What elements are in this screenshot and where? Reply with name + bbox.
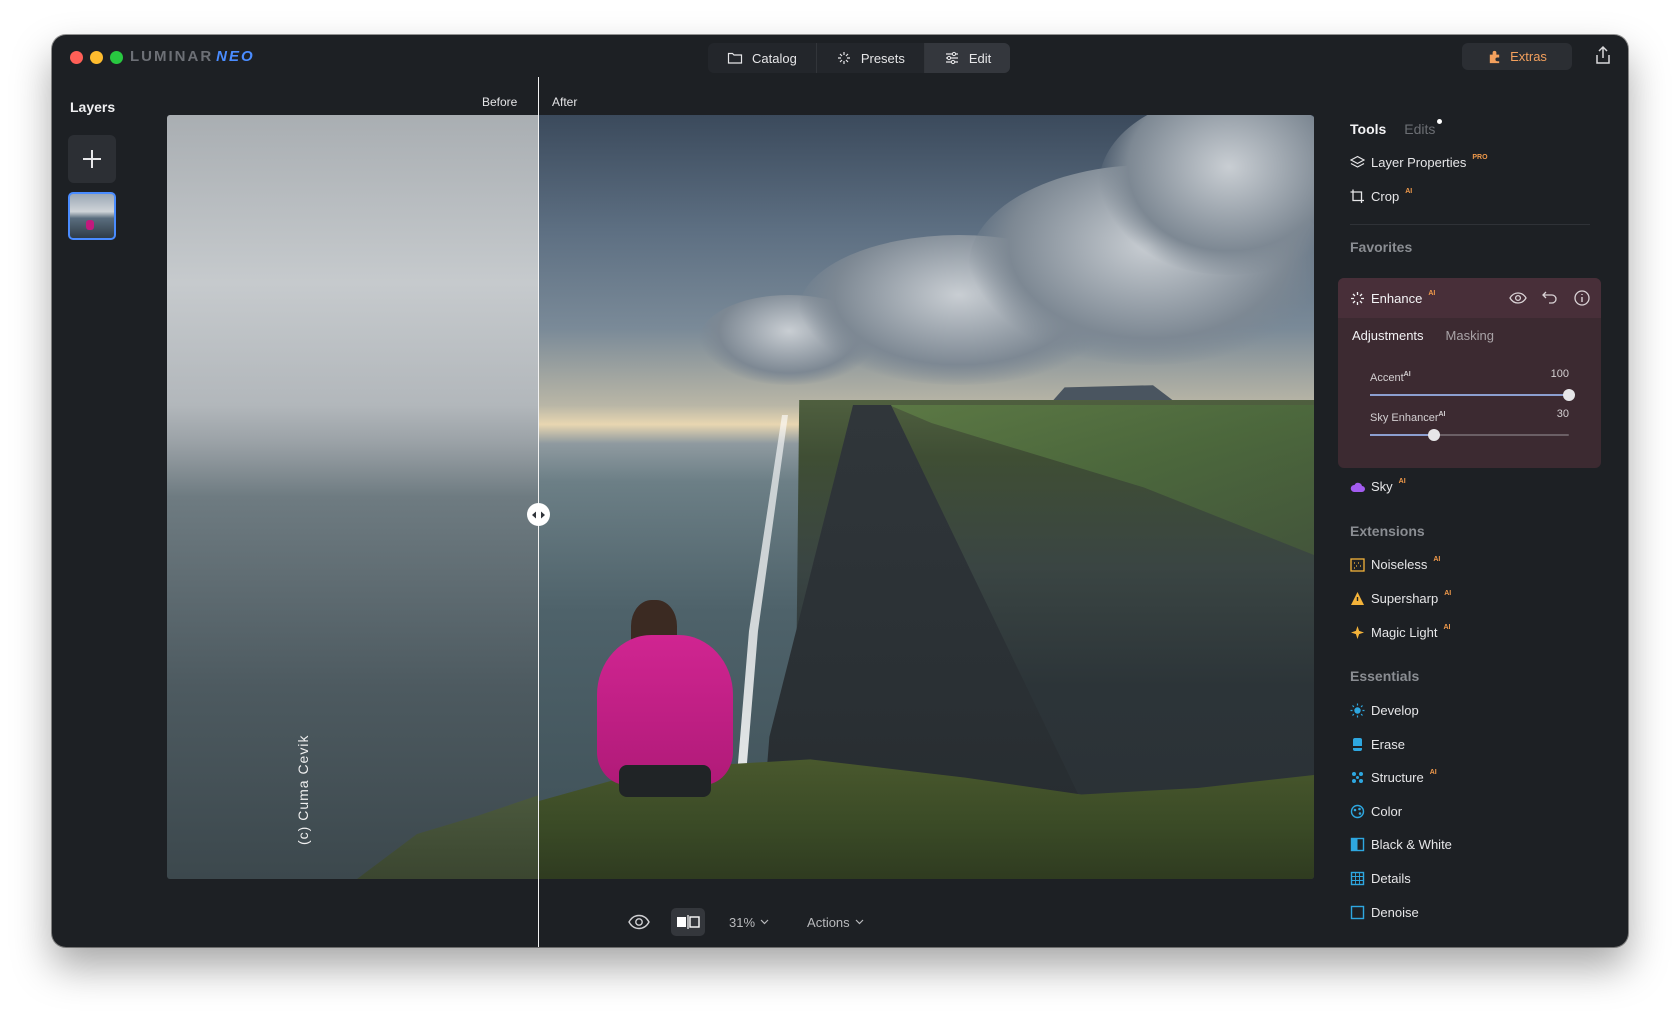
- minimize-window-button[interactable]: [90, 51, 103, 64]
- photo-canvas[interactable]: (c) Cuma Cevik: [167, 115, 1314, 879]
- black-white-icon: [1350, 837, 1365, 852]
- folder-icon: [727, 52, 743, 64]
- slider-fill: [1370, 394, 1569, 396]
- info-icon[interactable]: [1573, 289, 1591, 307]
- tab-presets[interactable]: Presets: [817, 43, 925, 73]
- panel-divider: [1350, 224, 1590, 225]
- section-extensions: Extensions: [1350, 523, 1425, 539]
- tool-crop[interactable]: Crop AI: [1350, 188, 1412, 204]
- tab-edit[interactable]: Edit: [924, 43, 1011, 73]
- before-label: Before: [482, 95, 518, 109]
- window-controls: [70, 51, 123, 64]
- layer-thumbnail[interactable]: [68, 192, 116, 240]
- compare-view-button[interactable]: [671, 908, 705, 936]
- arrows-horizontal-icon: [532, 511, 545, 518]
- app-logo: LUMINAR NEO: [130, 48, 255, 65]
- eraser-icon: [1350, 737, 1365, 752]
- enhance-header[interactable]: Enhance AI: [1338, 278, 1601, 318]
- enhance-tool-card: Enhance AI Adjustments Masking AccentAI 1…: [1338, 278, 1601, 468]
- compare-split-handle[interactable]: [527, 503, 550, 526]
- tool-noiseless[interactable]: Noiseless AI: [1350, 556, 1440, 572]
- before-image: [167, 115, 557, 879]
- slider-sky-enhancer-value: 30: [1556, 408, 1569, 420]
- tool-develop[interactable]: Develop: [1350, 703, 1419, 718]
- color-icon: [1350, 804, 1365, 819]
- tool-black-white[interactable]: Black & White: [1350, 837, 1452, 852]
- eye-icon[interactable]: [627, 910, 651, 934]
- structure-icon: [1350, 770, 1365, 785]
- tab-edits[interactable]: Edits: [1404, 119, 1443, 137]
- chevron-down-icon: [855, 919, 864, 925]
- sun-icon: [1350, 703, 1365, 718]
- slider-knob[interactable]: [1427, 429, 1440, 441]
- after-label: After: [552, 95, 578, 109]
- tool-supersharp[interactable]: Supersharp AI: [1350, 590, 1451, 606]
- app-window: LUMINAR NEO Catalog Presets Edit Extras L…: [52, 35, 1628, 947]
- tool-structure[interactable]: Structure AI: [1350, 769, 1437, 785]
- after-image: [539, 115, 1314, 879]
- tool-color[interactable]: Color: [1350, 804, 1402, 819]
- slider-sky-enhancer[interactable]: Sky EnhancerAI 30: [1370, 408, 1569, 441]
- slider-knob[interactable]: [1563, 389, 1575, 401]
- tab-tools[interactable]: Tools: [1350, 121, 1386, 137]
- plus-icon: [83, 150, 101, 168]
- tool-erase[interactable]: Erase: [1350, 737, 1405, 752]
- tool-denoise[interactable]: Denoise: [1350, 905, 1419, 920]
- add-layer-button[interactable]: [68, 135, 116, 183]
- tools-panel: Tools Edits Layer Properties PRO Crop AI F…: [1338, 87, 1620, 947]
- cloud-icon: [1350, 479, 1365, 494]
- split-view-icon: [677, 915, 700, 929]
- magic-light-icon: [1350, 625, 1365, 640]
- crop-icon: [1350, 189, 1365, 204]
- panel-tabs: Tools Edits: [1350, 119, 1443, 137]
- layers-title: Layers: [70, 99, 116, 115]
- slider-accent-value: 100: [1550, 368, 1569, 380]
- sparkle-icon: [837, 52, 850, 64]
- share-icon[interactable]: [1594, 45, 1612, 65]
- tool-magic-light[interactable]: Magic Light AI: [1350, 624, 1450, 640]
- edits-indicator-dot: [1437, 119, 1443, 124]
- title-bar: LUMINAR NEO Catalog Presets Edit Extras: [52, 35, 1628, 87]
- chevron-down-icon: [760, 919, 769, 925]
- noiseless-icon: [1350, 557, 1365, 572]
- tool-sky[interactable]: Sky AI: [1350, 478, 1406, 494]
- layers-icon: [1350, 155, 1365, 170]
- details-icon: [1350, 871, 1365, 886]
- tool-details[interactable]: Details: [1350, 871, 1411, 886]
- canvas-toolbar: 31% Actions: [627, 908, 902, 936]
- section-essentials: Essentials: [1350, 668, 1420, 684]
- slider-accent[interactable]: AccentAI 100: [1370, 368, 1575, 401]
- actions-dropdown[interactable]: Actions: [807, 915, 864, 930]
- tab-catalog[interactable]: Catalog: [708, 43, 817, 73]
- slider-fill: [1370, 434, 1434, 436]
- mode-switcher: Catalog Presets Edit: [708, 43, 1011, 73]
- section-favorites: Favorites: [1350, 239, 1413, 255]
- zoom-window-button[interactable]: [110, 51, 123, 64]
- tool-layer-properties[interactable]: Layer Properties PRO: [1350, 154, 1488, 170]
- photo-watermark: (c) Cuma Cevik: [295, 734, 311, 845]
- enhance-subtabs: Adjustments Masking: [1338, 318, 1601, 343]
- extras-button[interactable]: Extras: [1462, 43, 1572, 70]
- subtab-adjustments[interactable]: Adjustments: [1352, 328, 1424, 343]
- zoom-dropdown[interactable]: 31%: [729, 915, 769, 930]
- close-window-button[interactable]: [70, 51, 83, 64]
- visibility-eye-icon[interactable]: [1509, 289, 1527, 307]
- puzzle-icon: [1489, 50, 1500, 64]
- subtab-masking[interactable]: Masking: [1446, 328, 1494, 343]
- denoise-icon: [1350, 905, 1365, 920]
- sliders-icon: [945, 51, 958, 65]
- undo-icon[interactable]: [1541, 289, 1559, 307]
- enhance-sparkle-icon: [1351, 291, 1364, 305]
- supersharp-icon: [1350, 591, 1365, 606]
